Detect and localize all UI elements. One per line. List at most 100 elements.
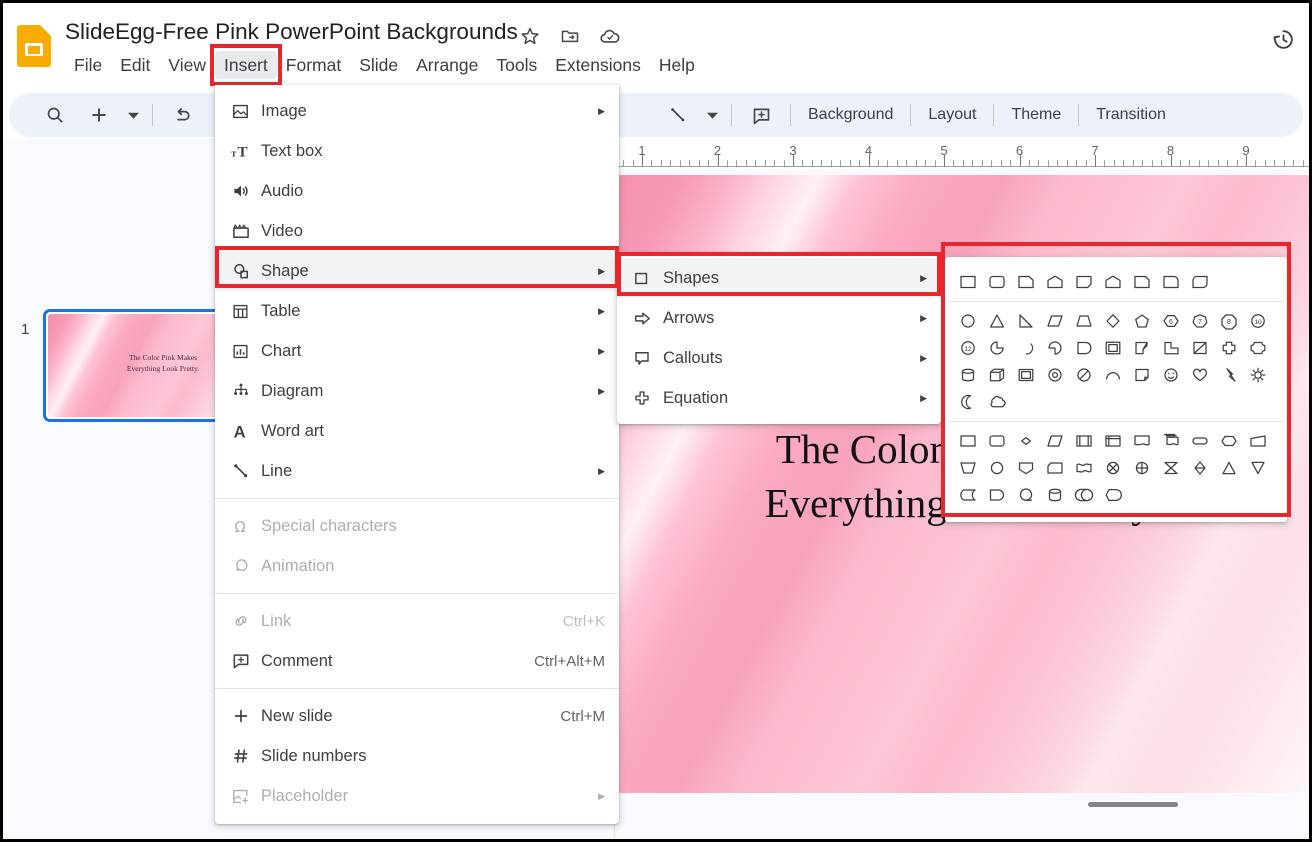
shapes-group-flowchart[interactable] <box>945 422 1287 514</box>
shape-ellipse-icon[interactable] <box>953 307 982 334</box>
horizontal-scrollbar[interactable] <box>1088 802 1178 807</box>
menu-view[interactable]: View <box>159 51 215 79</box>
shape-sequential-access-icon[interactable] <box>1011 481 1040 508</box>
shape-merge-icon[interactable] <box>1243 454 1272 481</box>
shape-corner-bent-icon[interactable] <box>1127 334 1156 361</box>
menu-item-special-characters[interactable]: Ω Special characters <box>215 506 619 546</box>
shape-data-icon[interactable] <box>1040 427 1069 454</box>
add-slide-dropdown-icon[interactable] <box>122 97 144 133</box>
menu-item-link[interactable]: Link Ctrl+K <box>215 601 619 641</box>
shape-submenu-panel[interactable]: Shapes ▶ Arrows ▶ Callouts ▶ Equation ▶ <box>617 254 941 424</box>
shape-parallelogram-icon[interactable] <box>1040 307 1069 334</box>
menu-insert[interactable]: Insert <box>210 44 282 86</box>
shape-heart-icon[interactable] <box>1185 361 1214 388</box>
version-history-icon[interactable] <box>1265 21 1301 57</box>
menu-item-image[interactable]: Image ▶ <box>215 91 619 131</box>
shape-heptagon-7-icon[interactable]: 7 <box>1185 307 1214 334</box>
shape-extract-icon[interactable] <box>1214 454 1243 481</box>
menu-edit[interactable]: Edit <box>111 51 159 79</box>
shape-cloud-icon[interactable] <box>982 388 1011 415</box>
move-to-folder-icon[interactable] <box>557 23 583 49</box>
shape-hexagon-6-icon[interactable]: 6 <box>1156 307 1185 334</box>
menu-item-placeholder[interactable]: Placeholder ▶ <box>215 776 619 816</box>
shape-rectangle-icon[interactable] <box>953 268 982 295</box>
shape-teardrop-icon[interactable] <box>1040 334 1069 361</box>
menu-extensions[interactable]: Extensions <box>546 51 650 79</box>
shape-stored-data-icon[interactable] <box>953 481 982 508</box>
shape-preparation-icon[interactable] <box>1214 427 1243 454</box>
shape-bevel-icon[interactable] <box>1011 361 1040 388</box>
shape-triangle-icon[interactable] <box>982 307 1011 334</box>
menu-item-audio[interactable]: Audio <box>215 171 619 211</box>
shape-cube-icon[interactable] <box>982 361 1011 388</box>
shape-pentagon-home-icon[interactable] <box>1040 268 1069 295</box>
background-button[interactable]: Background <box>798 100 903 130</box>
shape-direct-access-storage-icon[interactable] <box>1069 481 1098 508</box>
menu-item-slide-numbers[interactable]: Slide numbers <box>215 736 619 776</box>
shape-right-triangle-icon[interactable] <box>1011 307 1040 334</box>
shape-plaque-icon[interactable] <box>1243 334 1272 361</box>
menu-item-new-slide[interactable]: New slide Ctrl+M <box>215 696 619 736</box>
add-slide-icon[interactable] <box>81 97 117 133</box>
shape-trapezoid-icon[interactable] <box>1069 307 1098 334</box>
submenu-item-arrows[interactable]: Arrows ▶ <box>617 298 941 338</box>
shape-terminator-icon[interactable] <box>1185 427 1214 454</box>
shape-pentagon-icon[interactable] <box>1127 307 1156 334</box>
search-icon[interactable] <box>37 97 73 133</box>
menu-item-text-box[interactable]: тT Text box <box>215 131 619 171</box>
shape-document-icon[interactable] <box>1127 427 1156 454</box>
shape-cross-icon[interactable] <box>1214 334 1243 361</box>
shape-decagon-10-icon[interactable]: 10 <box>1243 307 1272 334</box>
shape-cylinder-icon[interactable] <box>953 361 982 388</box>
menu-item-animation[interactable]: Animation <box>215 546 619 586</box>
shape-diamond-icon[interactable] <box>1098 307 1127 334</box>
shape-octagon-8-icon[interactable]: 8 <box>1214 307 1243 334</box>
submenu-item-callouts[interactable]: Callouts ▶ <box>617 338 941 378</box>
shape-lightning-bolt-icon[interactable] <box>1214 361 1243 388</box>
shape-arc-icon[interactable] <box>1098 361 1127 388</box>
shape-donut-icon[interactable] <box>1040 361 1069 388</box>
shape-snip-corner-rectangle-icon[interactable] <box>1127 268 1156 295</box>
submenu-item-equation[interactable]: Equation ▶ <box>617 378 941 418</box>
shape-smiley-face-icon[interactable] <box>1156 361 1185 388</box>
shape-internal-storage-icon[interactable] <box>1098 427 1127 454</box>
document-title[interactable]: SlideEgg-Free Pink PowerPoint Background… <box>65 19 518 45</box>
shape-manual-input-icon[interactable] <box>1243 427 1272 454</box>
theme-button[interactable]: Theme <box>1001 100 1071 130</box>
shape-dodecagon-12-icon[interactable]: 12 <box>953 334 982 361</box>
shape-or-gate-icon[interactable] <box>1127 454 1156 481</box>
shape-round-corner-rectangle-icon[interactable] <box>1156 268 1185 295</box>
menu-item-video[interactable]: Video <box>215 211 619 251</box>
line-dropdown-icon[interactable] <box>701 97 723 133</box>
shape-collate-icon[interactable] <box>1156 454 1185 481</box>
shape-rounded-rectangle-icon[interactable] <box>982 268 1011 295</box>
menu-tools[interactable]: Tools <box>487 51 546 79</box>
shape-folded-corner-icon[interactable] <box>1127 361 1156 388</box>
undo-icon[interactable] <box>164 97 200 133</box>
shape-no-symbol-icon[interactable] <box>1069 361 1098 388</box>
shape-magnetic-disk-icon[interactable] <box>1040 481 1069 508</box>
insert-menu-panel[interactable]: Image ▶ тT Text box Audio Video Shape ▶ … <box>215 85 619 824</box>
layout-button[interactable]: Layout <box>918 100 986 130</box>
shape-delay-icon[interactable] <box>982 481 1011 508</box>
cloud-saved-icon[interactable] <box>597 23 623 49</box>
shape-alternate-process-icon[interactable] <box>982 427 1011 454</box>
shapes-group-recent[interactable] <box>945 263 1287 301</box>
menu-format[interactable]: Format <box>277 51 350 79</box>
shape-manual-operation-icon[interactable] <box>953 454 982 481</box>
shape-card-icon[interactable] <box>1040 454 1069 481</box>
menu-item-table[interactable]: Table ▶ <box>215 291 619 331</box>
shape-diagonal-stripe-icon[interactable] <box>1185 334 1214 361</box>
menu-item-chart[interactable]: Chart ▶ <box>215 331 619 371</box>
shape-multidocument-icon[interactable] <box>1156 427 1185 454</box>
shape-punched-tape-icon[interactable] <box>1069 454 1098 481</box>
shape-round-single-corner-rectangle-icon[interactable] <box>1098 268 1127 295</box>
menu-help[interactable]: Help <box>650 51 704 79</box>
shape-process-icon[interactable] <box>953 427 982 454</box>
shape-predefined-process-icon[interactable] <box>1069 427 1098 454</box>
menu-item-word-art[interactable]: A Word art <box>215 411 619 451</box>
shape-pie-icon[interactable] <box>982 334 1011 361</box>
shape-sun-icon[interactable] <box>1243 361 1272 388</box>
menu-slide[interactable]: Slide <box>350 51 407 79</box>
shape-sort-icon[interactable] <box>1185 454 1214 481</box>
